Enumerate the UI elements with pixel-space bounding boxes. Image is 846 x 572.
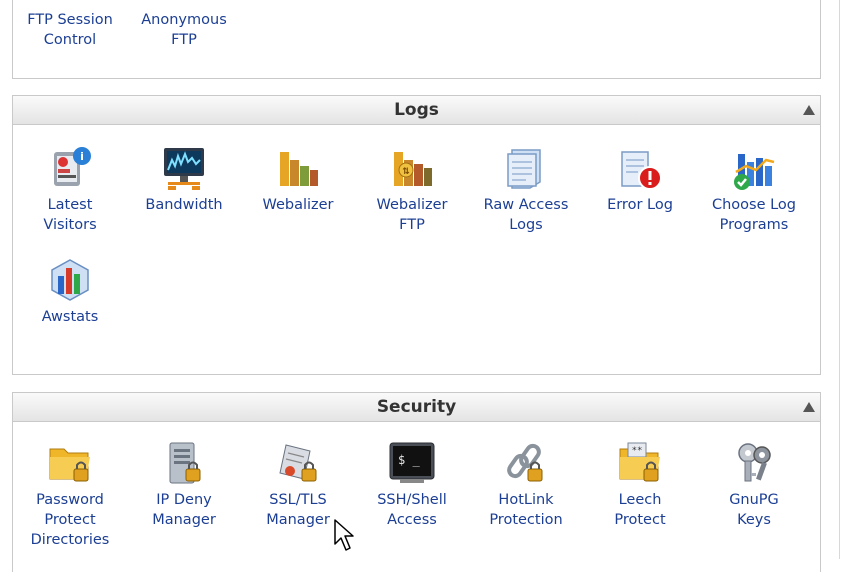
error-log-link[interactable]: Error Log bbox=[583, 142, 697, 215]
webalizer-ftp-link[interactable]: ⇅ Webalizer FTP bbox=[355, 142, 469, 235]
error-log-label: Error Log bbox=[607, 197, 673, 213]
awstats-link[interactable]: Awstats bbox=[13, 254, 127, 327]
logs-panel-header[interactable]: Logs bbox=[13, 96, 820, 125]
chain-lock-icon bbox=[500, 437, 552, 489]
ftp-panel: FTP Session Control Anonymous FTP bbox=[12, 0, 821, 79]
ssl-certificate-icon bbox=[272, 437, 324, 489]
anonymous-ftp-link[interactable]: Anonymous FTP bbox=[127, 9, 241, 50]
webalizer-ftp-label: Webalizer FTP bbox=[376, 197, 448, 233]
mouse-pointer-icon bbox=[334, 519, 354, 551]
raw-access-logs-label: Raw Access Logs bbox=[483, 197, 569, 233]
ftp-session-control-label: FTP Session Control bbox=[27, 12, 113, 48]
svg-text:i: i bbox=[80, 150, 84, 163]
webalizer-ftp-icon: ⇅ bbox=[386, 142, 438, 194]
svg-text:**: ** bbox=[632, 446, 643, 456]
keys-icon bbox=[728, 437, 780, 489]
logs-panel-title: Logs bbox=[394, 100, 439, 120]
scrollbar[interactable] bbox=[836, 0, 846, 559]
choose-log-programs-label: Choose Log Programs bbox=[711, 197, 797, 233]
security-panel-header[interactable]: Security bbox=[13, 393, 820, 422]
error-log-icon bbox=[614, 142, 666, 194]
ssh-shell-access-label: SSH/Shell Access bbox=[377, 492, 447, 528]
hotlink-protection-label: HotLink Protection bbox=[489, 492, 563, 528]
ip-deny-manager-label: IP Deny Manager bbox=[152, 492, 216, 528]
bandwidth-link[interactable]: Bandwidth bbox=[127, 142, 241, 215]
security-panel-title: Security bbox=[376, 397, 457, 417]
ip-deny-server-icon bbox=[158, 437, 210, 489]
leech-protect-link[interactable]: ** Leech Protect bbox=[583, 437, 697, 530]
awstats-icon bbox=[44, 254, 96, 306]
gnupg-keys-label: GnuPG Keys bbox=[729, 492, 779, 528]
ssh-shell-access-link[interactable]: $ _ SSH/Shell Access bbox=[355, 437, 469, 530]
webalizer-label: Webalizer bbox=[262, 197, 334, 213]
choose-log-programs-icon bbox=[728, 142, 780, 194]
ftp-session-control-link[interactable]: FTP Session Control bbox=[13, 9, 127, 50]
leech-protect-label: Leech Protect bbox=[614, 492, 666, 528]
logs-collapse-arrow-icon[interactable] bbox=[802, 104, 816, 116]
password-protect-directories-link[interactable]: Password Protect Directories bbox=[13, 437, 127, 550]
latest-visitors-icon: i bbox=[44, 142, 96, 194]
svg-text:$ _: $ _ bbox=[398, 453, 420, 467]
bandwidth-icon bbox=[158, 142, 210, 194]
logs-panel: Logs i Latest Visitors Bandwidth Webaliz… bbox=[12, 95, 821, 375]
latest-visitors-link[interactable]: i Latest Visitors bbox=[13, 142, 127, 235]
leech-folder-icon: ** bbox=[614, 437, 666, 489]
security-collapse-arrow-icon[interactable] bbox=[802, 401, 816, 413]
ip-deny-manager-link[interactable]: IP Deny Manager bbox=[127, 437, 241, 530]
scrollbar-line bbox=[839, 0, 840, 559]
security-panel: Security Password Protect Directories IP… bbox=[12, 392, 821, 572]
webalizer-icon bbox=[272, 142, 324, 194]
webalizer-link[interactable]: Webalizer bbox=[241, 142, 355, 215]
password-protect-directories-label: Password Protect Directories bbox=[30, 492, 110, 548]
awstats-label: Awstats bbox=[41, 309, 99, 325]
raw-access-logs-icon bbox=[500, 142, 552, 194]
password-folder-icon bbox=[44, 437, 96, 489]
anonymous-ftp-label: Anonymous FTP bbox=[141, 12, 227, 48]
choose-log-programs-link[interactable]: Choose Log Programs bbox=[697, 142, 811, 235]
terminal-icon: $ _ bbox=[386, 437, 438, 489]
raw-access-logs-link[interactable]: Raw Access Logs bbox=[469, 142, 583, 235]
ssl-tls-manager-link[interactable]: SSL/TLS Manager bbox=[241, 437, 355, 530]
latest-visitors-label: Latest Visitors bbox=[43, 197, 97, 233]
gnupg-keys-link[interactable]: GnuPG Keys bbox=[697, 437, 811, 530]
svg-text:⇅: ⇅ bbox=[402, 167, 410, 177]
bandwidth-label: Bandwidth bbox=[145, 197, 223, 213]
hotlink-protection-link[interactable]: HotLink Protection bbox=[469, 437, 583, 530]
